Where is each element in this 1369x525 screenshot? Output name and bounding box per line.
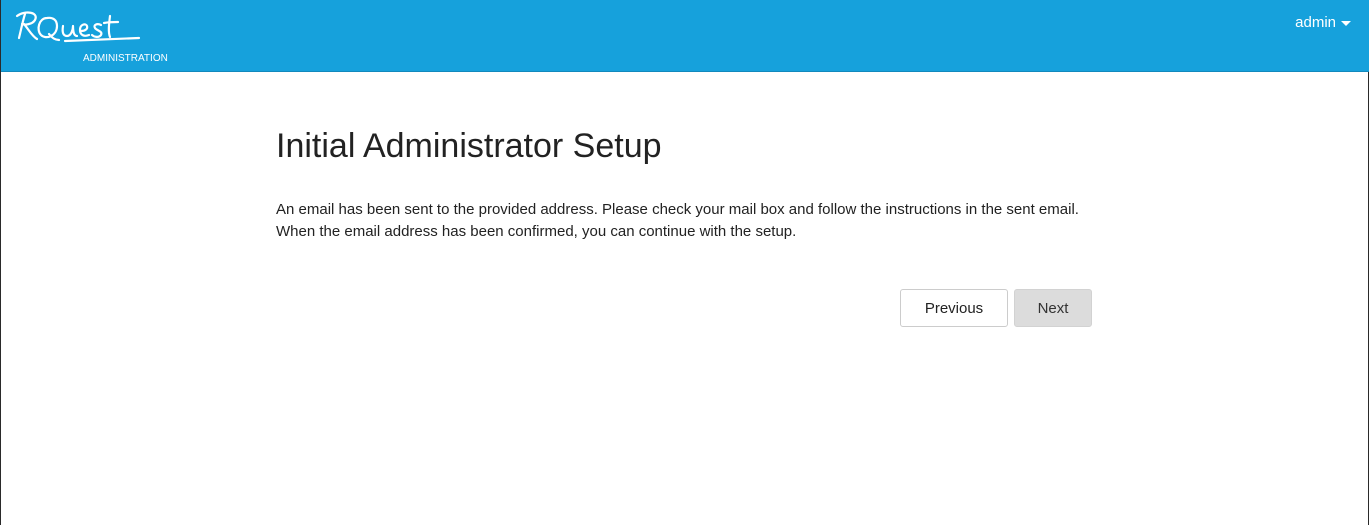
wizard-actions: Previous Next — [276, 289, 1092, 327]
caret-down-icon — [1341, 21, 1351, 26]
setup-content: Initial Administrator Setup An email has… — [276, 126, 1092, 243]
rquest-logo-mark — [15, 11, 141, 43]
confirmation-message: An email has been sent to the provided a… — [276, 201, 1079, 240]
user-menu-dropdown[interactable]: admin — [1295, 14, 1351, 31]
previous-button[interactable]: Previous — [900, 289, 1008, 327]
next-button[interactable]: Next — [1014, 289, 1092, 327]
rquest-logo[interactable]: ADMINISTRATION — [15, 8, 185, 64]
user-menu-label: admin — [1295, 14, 1336, 31]
app-window: ADMINISTRATION admin Initial Administrat… — [0, 0, 1369, 525]
page-title: Initial Administrator Setup — [276, 127, 662, 165]
top-navigation-bar: ADMINISTRATION admin — [1, 0, 1369, 72]
logo-subtitle: ADMINISTRATION — [83, 53, 168, 64]
